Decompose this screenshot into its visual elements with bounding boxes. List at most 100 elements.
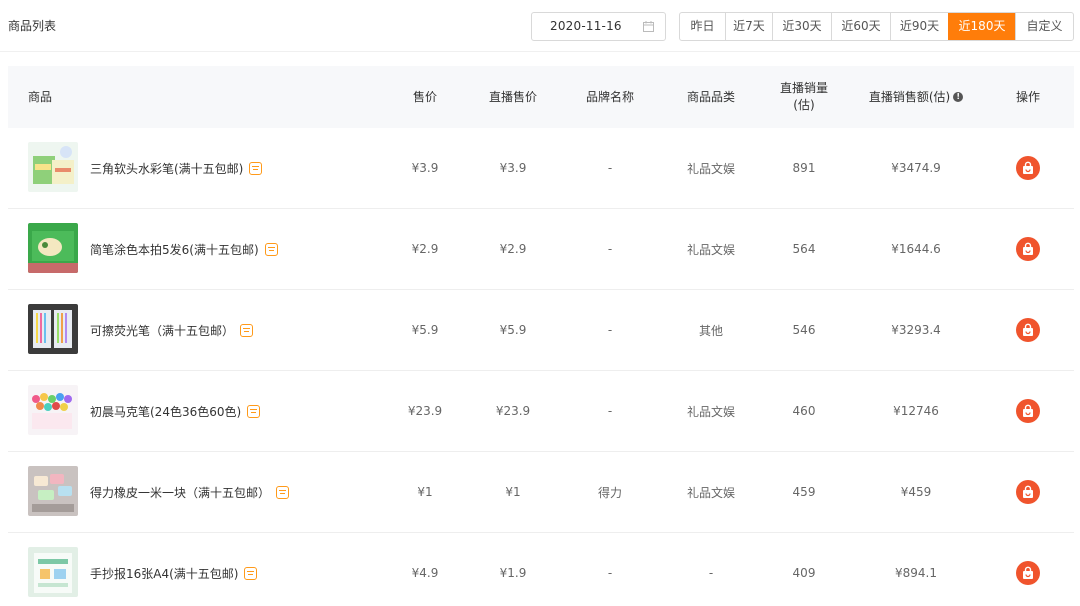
- shopping-bag-button[interactable]: [1016, 237, 1040, 261]
- product-name[interactable]: 可擦荧光笔（满十五包邮）: [90, 322, 234, 339]
- brand-cell: -: [607, 161, 613, 175]
- sales-cell: 546: [792, 323, 816, 337]
- price-cell: ¥1: [417, 485, 433, 499]
- sales-cell: 409: [792, 566, 816, 580]
- action-cell: [988, 533, 1068, 606]
- revenue-cell: ¥3293.4: [891, 323, 941, 337]
- revenue-cell: ¥3474.9: [891, 161, 941, 175]
- product-name-cell: 手抄报16张A4(满十五包邮): [90, 533, 258, 606]
- category-cell: 礼品文娱: [686, 485, 735, 500]
- price-cell: ¥2.9: [411, 242, 439, 256]
- header-sales: 直播销量 (估): [764, 66, 844, 128]
- table-row: 可擦荧光笔（满十五包邮） ¥5.9 ¥5.9 - 其他 546 ¥3293.4: [8, 290, 1074, 371]
- page-title: 商品列表: [8, 19, 57, 33]
- shopping-bag-button[interactable]: [1016, 399, 1040, 423]
- brand-cell: -: [607, 566, 613, 580]
- live-price-cell: ¥2.9: [499, 242, 527, 256]
- price-cell: ¥23.9: [407, 404, 443, 418]
- revenue-cell: ¥459: [900, 485, 932, 499]
- product-name-cell: 可擦荧光笔（满十五包邮）: [90, 290, 254, 370]
- category-cell: 礼品文娱: [686, 242, 735, 257]
- revenue-cell: ¥1644.6: [891, 242, 941, 256]
- table-row: 得力橡皮一米一块（满十五包邮） ¥1 ¥1 得力 礼品文娱 459 ¥459: [8, 452, 1074, 533]
- product-name[interactable]: 三角软头水彩笔(满十五包邮): [90, 160, 243, 177]
- top-bar: 商品列表 2020-11-16 昨日 近7天 近30天 近60天 近90天 近1…: [0, 0, 1080, 52]
- store-tag-icon: [276, 485, 290, 499]
- brand-cell: -: [607, 323, 613, 337]
- header-product: 商品: [28, 89, 53, 104]
- price-cell: ¥5.9: [411, 323, 439, 337]
- range-90d-button[interactable]: 近90天: [890, 13, 948, 40]
- product-name[interactable]: 手抄报16张A4(满十五包邮): [90, 565, 238, 582]
- header-live-price: 直播售价: [488, 89, 537, 104]
- shopping-bag-icon: [1023, 485, 1033, 498]
- shopping-bag-icon: [1023, 161, 1033, 174]
- header-sales-line1: 直播销量: [779, 81, 828, 95]
- store-tag-icon: [240, 323, 254, 337]
- category-cell: 礼品文娱: [686, 161, 735, 176]
- shopping-bag-icon: [1023, 323, 1033, 336]
- live-price-cell: ¥5.9: [499, 323, 527, 337]
- header-category: 商品品类: [686, 89, 735, 104]
- product-thumbnail[interactable]: [28, 466, 78, 516]
- action-cell: [988, 290, 1068, 370]
- shopping-bag-button[interactable]: [1016, 156, 1040, 180]
- store-tag-icon: [247, 404, 261, 418]
- product-thumbnail[interactable]: [28, 547, 78, 597]
- sales-cell: 564: [792, 242, 816, 256]
- price-cell: ¥4.9: [411, 566, 439, 580]
- live-price-cell: ¥1: [505, 485, 521, 499]
- product-table: 商品 售价 直播售价 品牌名称 商品品类 直播销量 (估) 直播销售额(估) !…: [8, 66, 1074, 606]
- header-price: 售价: [412, 89, 437, 104]
- product-name-cell: 初晨马克笔(24色36色60色): [90, 371, 261, 451]
- live-price-cell: ¥1.9: [499, 566, 527, 580]
- product-thumbnail[interactable]: [28, 304, 78, 354]
- category-cell: 其他: [698, 323, 723, 338]
- table-row: 初晨马克笔(24色36色60色) ¥23.9 ¥23.9 - 礼品文娱 460 …: [8, 371, 1074, 452]
- range-yesterday-button[interactable]: 昨日: [680, 13, 725, 40]
- store-tag-icon: [244, 566, 258, 580]
- brand-cell: -: [607, 242, 613, 256]
- header-sales-line2: (估): [793, 98, 815, 112]
- calendar-icon: [643, 21, 654, 32]
- revenue-cell: ¥12746: [893, 404, 939, 418]
- table-header: 商品 售价 直播售价 品牌名称 商品品类 直播销量 (估) 直播销售额(估) !…: [8, 66, 1074, 128]
- store-tag-icon: [249, 161, 263, 175]
- store-tag-icon: [264, 242, 278, 256]
- category-cell: -: [708, 566, 714, 580]
- range-180d-button[interactable]: 近180天: [948, 13, 1015, 40]
- header-revenue: 直播销售额(估) !: [856, 66, 976, 128]
- header-brand: 品牌名称: [585, 89, 634, 104]
- action-cell: [988, 209, 1068, 289]
- shopping-bag-button[interactable]: [1016, 480, 1040, 504]
- shopping-bag-icon: [1023, 404, 1033, 417]
- product-name[interactable]: 初晨马克笔(24色36色60色): [90, 403, 241, 420]
- product-thumbnail[interactable]: [28, 223, 78, 273]
- shopping-bag-button[interactable]: [1016, 318, 1040, 342]
- date-range-group: 昨日 近7天 近30天 近60天 近90天 近180天 自定义: [679, 12, 1074, 41]
- range-30d-button[interactable]: 近30天: [772, 13, 831, 40]
- revenue-cell: ¥894.1: [895, 566, 937, 580]
- shopping-bag-button[interactable]: [1016, 561, 1040, 585]
- range-custom-button[interactable]: 自定义: [1015, 13, 1073, 40]
- action-cell: [988, 371, 1068, 451]
- brand-cell: 得力: [597, 485, 622, 500]
- table-row: 简笔涂色本拍5发6(满十五包邮) ¥2.9 ¥2.9 - 礼品文娱 564 ¥1…: [8, 209, 1074, 290]
- date-picker[interactable]: 2020-11-16: [531, 12, 666, 41]
- product-name[interactable]: 得力橡皮一米一块（满十五包邮）: [90, 484, 270, 501]
- range-60d-button[interactable]: 近60天: [831, 13, 890, 40]
- sales-cell: 460: [792, 404, 816, 418]
- action-cell: [988, 452, 1068, 532]
- sales-cell: 459: [792, 485, 816, 499]
- product-name[interactable]: 简笔涂色本拍5发6(满十五包邮): [90, 241, 259, 258]
- info-icon[interactable]: !: [953, 92, 964, 102]
- header-action: 操作: [1015, 89, 1040, 104]
- table-row: 手抄报16张A4(满十五包邮) ¥4.9 ¥1.9 - - 409 ¥894.1: [8, 533, 1074, 606]
- live-price-cell: ¥3.9: [499, 161, 527, 175]
- action-cell: [988, 128, 1068, 208]
- product-name-cell: 三角软头水彩笔(满十五包邮): [90, 128, 263, 208]
- range-7d-button[interactable]: 近7天: [725, 13, 772, 40]
- product-thumbnail[interactable]: [28, 385, 78, 435]
- date-value: 2020-11-16: [550, 19, 622, 33]
- product-thumbnail[interactable]: [28, 142, 78, 192]
